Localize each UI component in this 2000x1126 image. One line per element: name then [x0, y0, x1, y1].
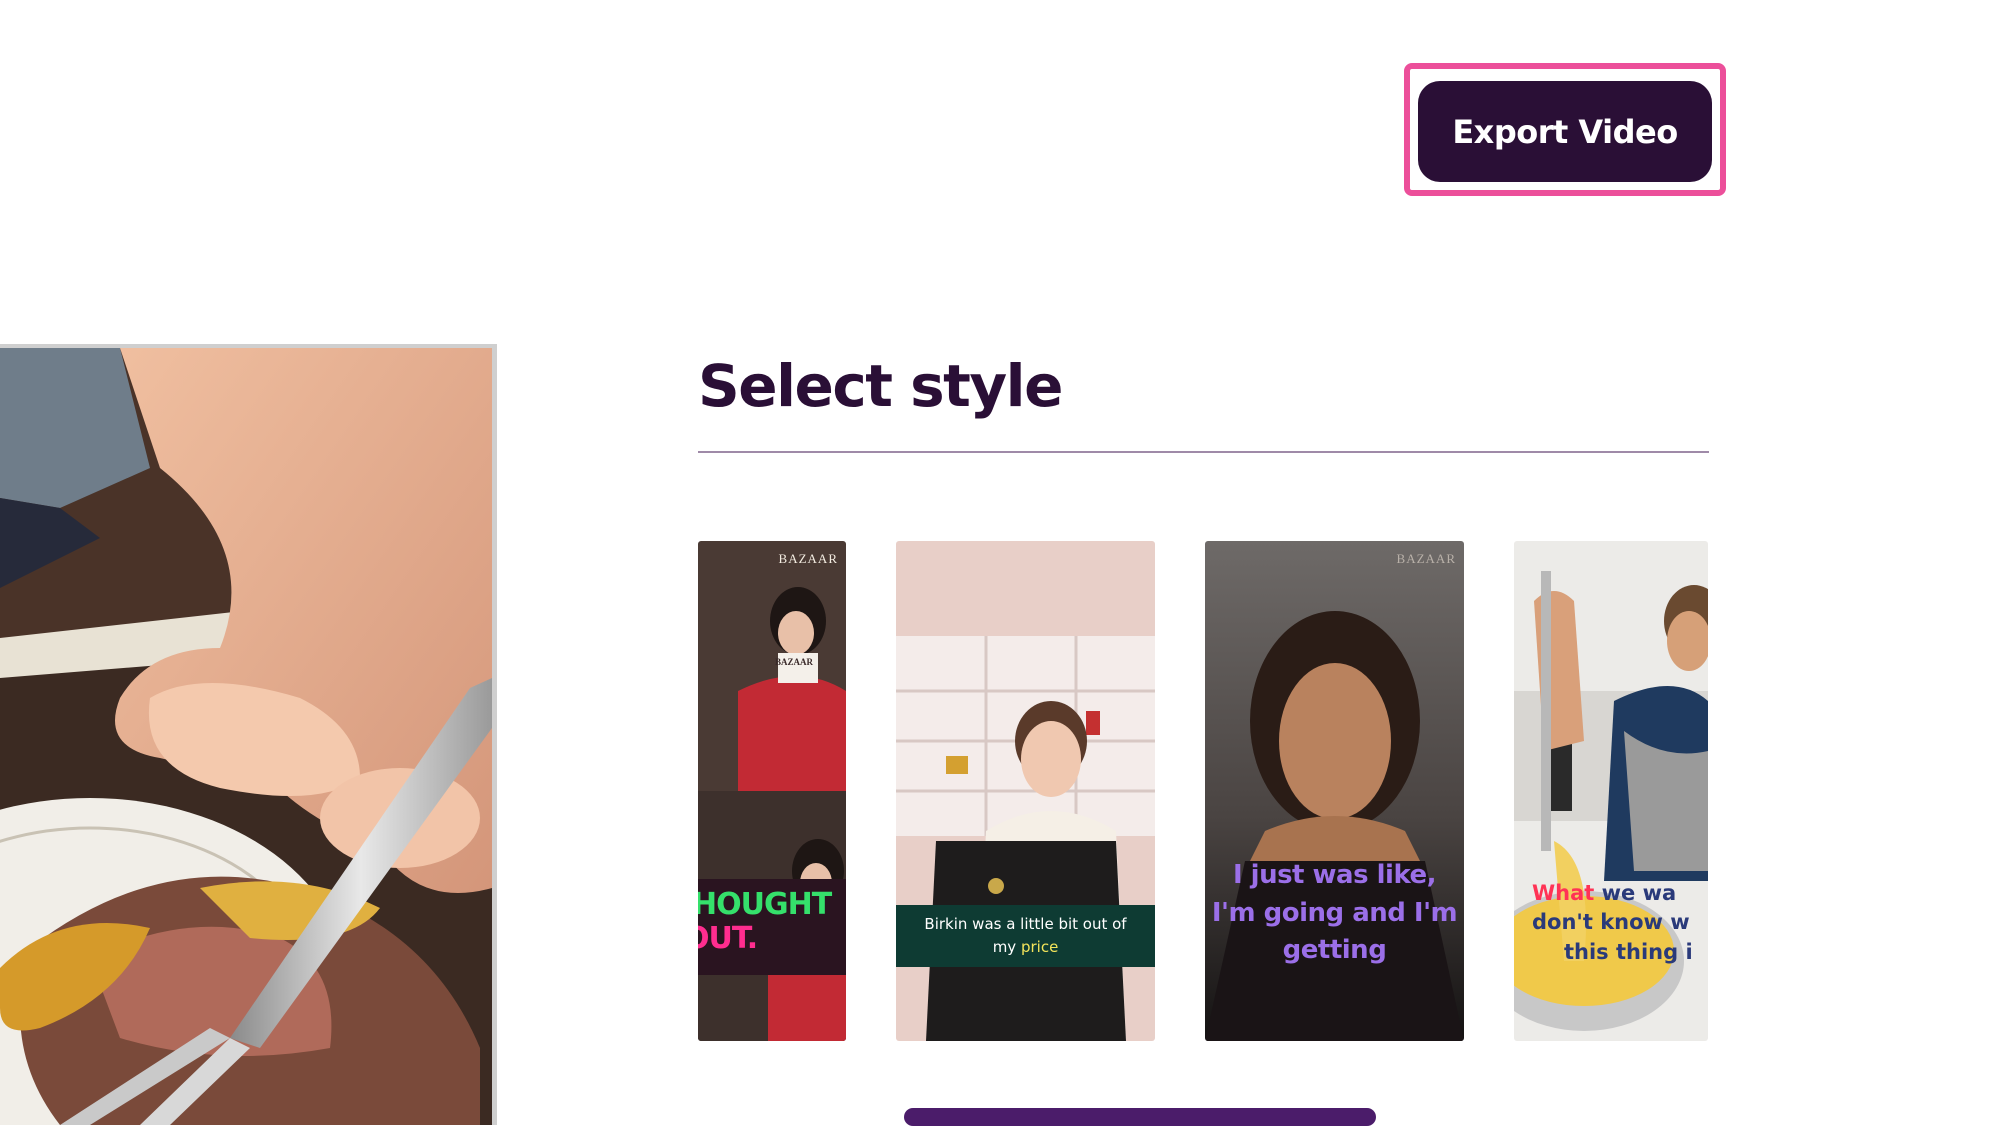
style-thumbnail-2[interactable]: Birkin was a little bit out of my price [896, 541, 1155, 1041]
style-thumbnail-3-brand: BAZAAR [1396, 551, 1456, 566]
style-thumbnail-3-caption-line-1: I just was like, [1232, 860, 1437, 890]
section-title: Select style [698, 352, 1063, 420]
section-divider [698, 451, 1709, 453]
style-thumbnail-4-caption-line-1: What we wa [1532, 879, 1708, 908]
export-video-button[interactable]: Export Video [1418, 81, 1712, 182]
style-thumbnail-4-caption-line-1-rest: we wa [1594, 881, 1677, 905]
preview-frame-image [0, 348, 492, 1125]
style-carousel-scrollbar[interactable] [904, 1108, 1376, 1126]
style-thumbnail-1-image [698, 541, 846, 1041]
style-thumbnail-4[interactable]: What we wa don't know w this thing i [1514, 541, 1708, 1041]
video-preview[interactable] [0, 344, 497, 1125]
style-thumbnail-1[interactable]: BAZAAR BAZAAR HOUGHT OUT. [698, 541, 846, 1041]
style-thumbnail-3-caption: I just was like, I'm going and I'm getti… [1205, 857, 1464, 970]
style-thumbnail-2-caption-highlight: price [1020, 937, 1059, 956]
style-thumbnail-1-brand: BAZAAR [778, 551, 838, 566]
style-thumbnail-3[interactable]: BAZAAR I just was like, I'm going and I'… [1205, 541, 1464, 1041]
style-thumbnail-4-caption-line-2: don't know w [1532, 910, 1690, 935]
style-thumbnail-4-caption-highlight: What [1532, 881, 1595, 905]
style-thumbnail-3-caption-line-3: getting [1282, 935, 1387, 966]
style-thumbnail-3-caption-line-2: I'm going and I'm [1211, 897, 1458, 928]
style-thumbnail-1-sign: BAZAAR [774, 657, 813, 667]
style-thumbnail-4-caption: What we wa don't know w this thing i [1532, 879, 1708, 967]
style-thumbnail-2-caption: Birkin was a little bit out of my price [896, 905, 1155, 967]
style-thumbnail-4-caption-line-3: this thing i [1564, 939, 1693, 964]
style-thumbnail-1-caption-line-1: HOUGHT [698, 887, 832, 922]
style-thumbnail-1-caption-line-2: OUT. [698, 921, 758, 956]
